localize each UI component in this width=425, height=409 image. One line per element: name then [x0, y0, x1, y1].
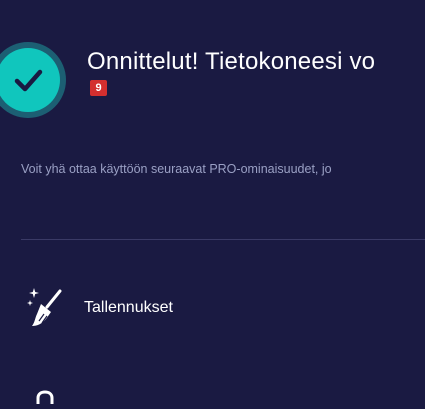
pro-features-description: Voit yhä ottaa käyttöön seuraavat PRO-om… [21, 162, 332, 176]
notification-count-badge: 9 [90, 80, 107, 96]
feature-label: Tallennukset [84, 299, 173, 316]
broom-sparkle-icon [27, 287, 67, 334]
page-title: Onnittelut! Tietokoneesi vo [87, 48, 376, 75]
success-check-badge [0, 42, 66, 118]
section-divider [21, 239, 425, 240]
lock-icon [32, 388, 58, 409]
checkmark-icon [14, 69, 43, 92]
feature-item-tallennukset[interactable]: Tallennukset [21, 287, 425, 331]
